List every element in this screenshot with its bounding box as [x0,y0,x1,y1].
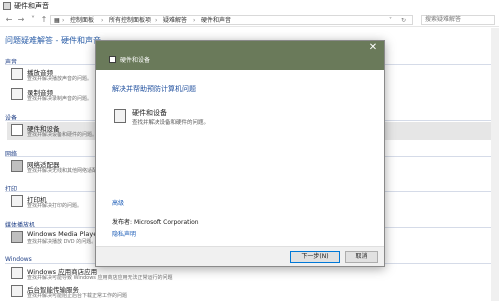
item-description: 查找并解决打印的问题。 [27,203,83,209]
speaker-icon [11,68,23,80]
page-title: 问题疑难解答 - 硬件和声音 [5,36,101,45]
breadcrumb-hardware-sound[interactable]: 硬件和声音 [201,16,231,25]
window-titlebar: 硬件和声音 [0,0,499,12]
chevron-right-icon: › [62,17,65,24]
up-arrow-icon[interactable]: ↑ [39,15,49,25]
control-panel-folder-icon: ▦ [54,17,60,24]
address-bar: ← → ˅ ↑ ▦ › 控制面板 › 所有控制面板项 › 疑难解答 › 硬件和声… [0,13,499,27]
item-description: 查找并解决录制声音的问题。 [27,96,93,102]
dvd-icon [11,231,23,243]
item-description: 查找并解决播放 DVD 的问题。 [27,239,97,245]
search-input[interactable]: 搜索疑难解答 [421,15,495,25]
dialog-item-description: 查找并解决设备和硬件的问题。 [132,120,210,126]
window-title: 硬件和声音 [14,2,49,10]
breadcrumb-all-items[interactable]: 所有控制面板项 [109,16,151,25]
hardware-icon [11,124,23,136]
publisher-label: 发布者: [112,219,133,226]
back-arrow-icon[interactable]: ← [4,15,14,25]
breadcrumb-control-panel[interactable]: 控制面板 [70,16,94,25]
list-item-bits[interactable]: 后台智能传输服务 查找并解决可能阻止后台下载正常工作的问题 [7,283,497,301]
close-icon[interactable]: ✕ [368,43,378,53]
item-description: 查找并解决播放声音的问题。 [27,76,93,82]
troubleshooter-dialog: 硬件和设备 ✕ 解决并帮助预防计算机问题 硬件和设备 查找并解决设备和硬件的问题… [95,40,385,267]
dropdown-chevron-icon[interactable]: ˅ [389,16,392,25]
troubleshooter-icon [109,56,116,63]
control-panel-icon [3,2,11,10]
microphone-icon [11,88,23,100]
next-button[interactable]: 下一步(N) [290,251,340,263]
store-app-icon [11,267,23,279]
list-item-store-apps[interactable]: Windows 应用商店应用 查找并解决可能导致 Windows 应用商店应用无… [7,265,497,283]
chevron-right-icon: › [193,17,196,24]
breadcrumb-troubleshooting[interactable]: 疑难解答 [163,16,187,25]
bits-icon [11,285,23,297]
dialog-header: 硬件和设备 ✕ [96,41,384,70]
dialog-heading: 解决并帮助预防计算机问题 [112,85,196,93]
dialog-footer: 下一步(N) 取消 [96,246,384,266]
cancel-button[interactable]: 取消 [345,251,378,263]
advanced-link[interactable]: 高级 [112,198,124,207]
dialog-item-title: 硬件和设备 [132,109,167,117]
publisher-value: Microsoft Corporation [133,219,199,226]
item-description: 查找并解决可能导致 Windows 应用商店应用无法正常运行的问题 [27,275,173,281]
network-adapter-icon [11,160,23,172]
vertical-scrollbar[interactable] [491,28,499,301]
dialog-title: 硬件和设备 [120,57,151,64]
refresh-icon[interactable]: ↻ [401,16,406,25]
forward-arrow-icon[interactable]: → [16,15,26,25]
privacy-statement-link[interactable]: 隐私声明 [112,229,136,238]
item-description: 查找并解决可能阻止后台下载正常工作的问题 [27,293,128,299]
chevron-right-icon: › [101,17,104,24]
chevron-right-icon: › [155,17,158,24]
printer-icon [11,195,23,207]
item-title[interactable]: Windows Media Playe [27,230,97,238]
address-field[interactable]: ▦ › 控制面板 › 所有控制面板项 › 疑难解答 › 硬件和声音 ˅ ↻ [50,15,413,25]
item-description: 查找并解决设备和硬件的问题。 [27,132,98,138]
hardware-icon [114,109,126,123]
publisher-line: 发布者: Microsoft Corporation [112,217,199,226]
recent-locations-icon[interactable]: ˅ [28,15,38,25]
section-header-windows: Windows [5,256,32,263]
